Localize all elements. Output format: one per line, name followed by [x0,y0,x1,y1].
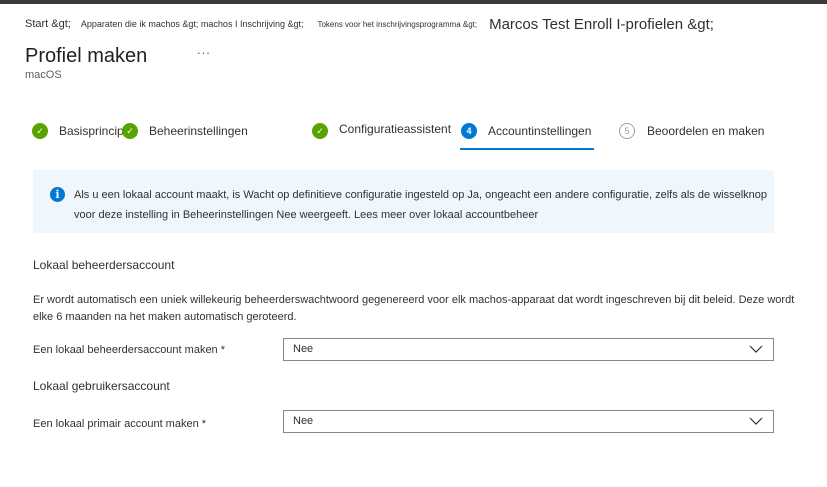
admin-account-dropdown[interactable]: Nee [283,338,774,361]
info-icon: i [50,187,65,202]
step-label: Beheerinstellingen [149,124,248,138]
admin-account-label: Een lokaal beheerdersaccount maken * [33,344,226,356]
step-setup-assistant[interactable]: ✓ Configuratieassistent [312,121,451,141]
info-banner: i Als u een lokaal account maakt, is Wac… [33,170,774,233]
title-row: Profiel maken ... [25,42,210,68]
wizard-steps: ✓ Basisprincipes ✓ Beheerinstellingen ✓ … [32,121,792,151]
dropdown-value: Nee [293,343,314,355]
chevron-down-icon [749,345,763,353]
page-title: Profiel maken [25,45,148,67]
primary-account-dropdown[interactable]: Nee [283,410,774,433]
info-banner-text: Als u een lokaal account maakt, is Wacht… [74,189,768,221]
dropdown-value: Nee [293,415,314,427]
step-label: Accountinstellingen [488,124,592,138]
step-number-badge: 5 [619,123,635,139]
active-step-underline [460,148,594,150]
breadcrumb: Start &gt; Apparaten die ik machos &gt; … [25,14,714,34]
page-subtitle: macOS [25,69,62,81]
more-options-button[interactable]: ... [197,42,211,57]
chevron-down-icon [749,417,763,425]
step-label: Beoordelen en maken [647,124,765,138]
step-review-create[interactable]: 5 Beoordelen en maken [619,121,764,141]
check-icon: ✓ [122,123,138,139]
section-heading-admin: Lokaal beheerdersaccount [33,258,175,272]
step-label: Configuratieassistent [339,122,452,136]
check-icon: ✓ [32,123,48,139]
step-management-settings[interactable]: ✓ Beheerinstellingen [122,121,248,141]
check-icon: ✓ [312,123,328,139]
step-account-settings[interactable]: 4 Accountinstellingen [461,121,591,141]
breadcrumb-devices[interactable]: Apparaten die ik machos &gt; machos I In… [81,19,304,29]
admin-description: Er wordt automatisch een uniek willekeur… [33,294,795,323]
section-heading-user: Lokaal gebruikersaccount [33,379,170,393]
top-bar [0,0,827,4]
primary-account-label: Een lokaal primair account maken * [33,418,207,430]
breadcrumb-start[interactable]: Start &gt; [25,18,71,30]
breadcrumb-profiles[interactable]: Marcos Test Enroll I-profielen &gt; [489,16,714,33]
step-number-badge: 4 [461,123,477,139]
step-basics[interactable]: ✓ Basisprincipes [32,121,136,141]
breadcrumb-tokens[interactable]: Tokens voor het inschrijvingsprogramma &… [317,20,477,29]
